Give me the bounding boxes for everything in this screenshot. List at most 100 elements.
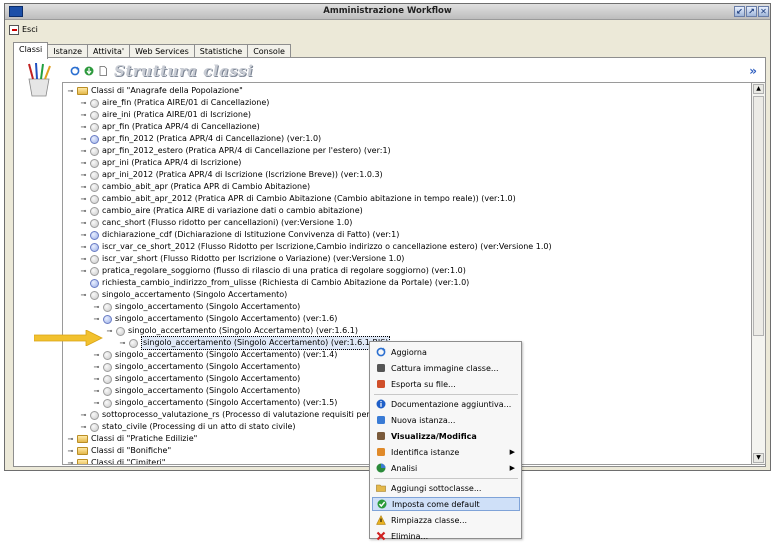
tree-category[interactable]: ⊸ Classi di "Pratiche Edilizie"	[66, 433, 197, 445]
download-icon[interactable]	[84, 66, 94, 76]
expand-handle-icon[interactable]: ⊸	[79, 133, 88, 145]
tree-node-label: singolo_accertamento (Singolo Accertamen…	[115, 374, 301, 383]
expand-handle-icon[interactable]: ⊸	[79, 289, 88, 301]
tree-node[interactable]: ⊸ aire_fin (Pratica AIRE/01 di Cancellazi…	[79, 97, 269, 109]
tree-node[interactable]: ⊸ apr_fin_2012_estero (Pratica APR/4 di C…	[79, 145, 391, 157]
expand-handle-icon[interactable]: ⊸	[79, 181, 88, 193]
menu-item-esporta-su-file[interactable]: Esporta su file...	[372, 377, 520, 391]
menu-item-cattura-immagine-classe[interactable]: Cattura immagine classe...	[372, 361, 520, 375]
expand-handle-icon[interactable]: ⊸	[92, 313, 101, 325]
tree-node[interactable]: ⊸ singolo_accertamento (Singolo Accertame…	[92, 313, 337, 325]
title-bar[interactable]: Amministrazione Workflow ↙ ↗ ✕	[5, 4, 770, 20]
tree-node[interactable]: ⊸ cambio_abit_apr_2012 (Pratica APR di Ca…	[79, 193, 516, 205]
menu-item-esci[interactable]: Esci	[9, 23, 38, 36]
tree-node[interactable]: ⊸ stato_civile (Processing di un atto di …	[79, 421, 296, 433]
expand-handle-icon[interactable]: ⊸	[79, 253, 88, 265]
tree-node[interactable]: ⊸ canc_short (Flusso ridotto per cancella…	[79, 217, 352, 229]
expand-panel-icon[interactable]: »	[749, 64, 757, 78]
expand-handle-icon[interactable]: ⊸	[79, 145, 88, 157]
class-node-icon	[103, 350, 112, 360]
class-node-icon	[90, 194, 99, 204]
expand-handle-icon[interactable]: ⊸	[66, 445, 75, 457]
tree-vertical-scrollbar[interactable]: ▲ ▼	[752, 82, 766, 465]
expand-handle-icon[interactable]: ⊸	[79, 205, 88, 217]
tree-node[interactable]: richiesta_cambio_indirizzo_from_ulisse (…	[79, 277, 469, 289]
tree-node-selected[interactable]: ⊸ singolo_accertamento (Singolo Accertame…	[118, 336, 391, 350]
expand-handle-icon[interactable]: ⊸	[79, 157, 88, 169]
tree-node[interactable]: ⊸ singolo_accertamento (Singolo Accertame…	[92, 301, 300, 313]
tree-node[interactable]: ⊸ apr_ini (Pratica APR/4 di Iscrizione)	[79, 157, 241, 169]
context-menu: Aggiorna Cattura immagine classe... Esport…	[369, 341, 522, 541]
expand-handle-icon[interactable]: ⊸	[92, 397, 101, 409]
scroll-down-icon[interactable]: ▼	[753, 453, 764, 463]
tree-node-label: cambio_aire (Pratica AIRE di variazione …	[102, 206, 363, 215]
class-node-icon	[90, 170, 99, 180]
tree-node-label: Classi di "Pratiche Edilizie"	[91, 434, 198, 443]
tree-node-label: singolo_accertamento (Singolo Accertamen…	[115, 314, 338, 323]
scroll-up-icon[interactable]: ▲	[753, 84, 764, 94]
menu-item-nuova-istanza[interactable]: Nuova istanza...	[372, 413, 520, 427]
expand-handle-icon[interactable]: ⊸	[79, 109, 88, 121]
tree-node[interactable]: ⊸ singolo_accertamento (Singolo Accertame…	[92, 385, 300, 397]
tree-node-label: apr_ini_2012 (Pratica APR/4 di Iscrizion…	[102, 170, 383, 179]
menu-item-rimpiazza-classe[interactable]: Rimpiazza classe...	[372, 513, 520, 527]
expand-handle-icon[interactable]: ⊸	[79, 217, 88, 229]
class-node-icon	[103, 302, 112, 312]
tree-node[interactable]: ⊸ singolo_accertamento (Singolo Accertame…	[92, 361, 300, 373]
expand-handle-icon[interactable]: ⊸	[92, 349, 101, 361]
expand-handle-icon[interactable]: ⊸	[79, 193, 88, 205]
menu-item-visualizza-modifica[interactable]: Visualizza/Modifica	[372, 429, 520, 443]
refresh-icon[interactable]	[70, 66, 80, 76]
tree-node[interactable]: ⊸ apr_fin_2012 (Pratica APR/4 di Cancella…	[79, 133, 321, 145]
tree-node[interactable]: ⊸ pratica_regolare_soggiorno (flusso di r…	[79, 265, 466, 277]
menu-item-imposta-come-default[interactable]: Imposta come default	[372, 497, 520, 511]
expand-handle-icon[interactable]: ⊸	[79, 169, 88, 181]
expand-handle-icon[interactable]: ⊸	[66, 433, 75, 445]
menu-item-elimina[interactable]: Elimina...	[372, 529, 520, 543]
tree-node[interactable]: ⊸ iscr_var_ce_short_2012 (Flusso Ridotto …	[79, 241, 552, 253]
tree-node[interactable]: ⊸ cambio_aire (Pratica AIRE di variazione…	[79, 205, 363, 217]
expand-handle-icon[interactable]: ⊸	[92, 301, 101, 313]
expand-handle-icon[interactable]: ⊸	[79, 265, 88, 277]
tree-node[interactable]: ⊸ apr_ini_2012 (Pratica APR/4 di Iscrizio…	[79, 169, 383, 181]
tree-node[interactable]: ⊸ singolo_accertamento (Singolo Accertame…	[79, 289, 287, 301]
tree-category[interactable]: ⊸ Classi di "Cimiteri"	[66, 457, 165, 464]
tree-node-label: cambio_abit_apr (Pratica APR di Cambio A…	[102, 182, 311, 191]
tree-node[interactable]: ⊸ apr_fin (Pratica APR/4 di Cancellazione…	[79, 121, 260, 133]
class-node-icon	[103, 362, 112, 372]
maximize-icon[interactable]: ↗	[746, 6, 757, 17]
expand-handle-icon[interactable]: ⊸	[105, 325, 114, 337]
expand-handle-icon[interactable]: ⊸	[79, 121, 88, 133]
scroll-thumb[interactable]	[753, 96, 764, 336]
expand-handle-icon[interactable]: ⊸	[79, 97, 88, 109]
tree-node[interactable]: ⊸ aire_ini (Pratica AIRE/01 di Iscrizione…	[79, 109, 251, 121]
menu-item-identifica-istanze[interactable]: Identifica istanze ▶	[372, 445, 520, 459]
expand-handle-icon[interactable]: ⊸	[79, 241, 88, 253]
expand-handle-icon[interactable]: ⊸	[92, 385, 101, 397]
menu-item-aggiorna[interactable]: Aggiorna	[372, 345, 520, 359]
expand-handle-icon[interactable]: ⊸	[92, 361, 101, 373]
tree-node[interactable]: ⊸ singolo_accertamento (Singolo Accertame…	[92, 397, 337, 409]
close-icon[interactable]: ✕	[758, 6, 769, 17]
menu-item-aggiungi-sottoclasse[interactable]: Aggiungi sottoclasse...	[372, 481, 520, 495]
tree-node[interactable]: ⊸ iscr_var_short (Flusso Ridotto per Iscr…	[79, 253, 404, 265]
expand-handle-icon[interactable]: ⊸	[118, 337, 127, 349]
expand-handle-icon[interactable]: ⊸	[79, 421, 88, 433]
tree-node[interactable]: ⊸ singolo_accertamento (Singolo Accertame…	[92, 349, 337, 361]
expand-handle-icon[interactable]: ⊸	[79, 409, 88, 421]
tree-node[interactable]: ⊸ sottoprocesso_valutazione_rs (Processo …	[79, 409, 392, 421]
tree-node[interactable]: ⊸ cambio_abit_apr (Pratica APR di Cambio …	[79, 181, 310, 193]
tab-classi[interactable]: Classi	[13, 42, 49, 59]
tree-node[interactable]: ⊸ dichiarazione_cdf (Dichiarazione di Ist…	[79, 229, 399, 241]
minimize-icon[interactable]: ↙	[734, 6, 745, 17]
expand-handle-icon[interactable]: ⊸	[79, 229, 88, 241]
menu-item-analisi[interactable]: Analisi ▶	[372, 461, 520, 475]
expand-handle-icon[interactable]: ⊸	[92, 373, 101, 385]
expand-handle-icon[interactable]: ⊸	[66, 457, 75, 464]
tree-category[interactable]: ⊸ Classi di "Anagrafe della Popolazione"	[66, 85, 243, 97]
tree-node[interactable]: ⊸ singolo_accertamento (Singolo Accertame…	[92, 373, 300, 385]
document-icon[interactable]	[98, 66, 108, 76]
tree-category[interactable]: ⊸ Classi di "Bonifiche"	[66, 445, 171, 457]
menu-item-documentazione-aggiuntiva[interactable]: Documentazione aggiuntiva...	[372, 397, 520, 411]
expand-handle-icon[interactable]: ⊸	[66, 85, 75, 97]
